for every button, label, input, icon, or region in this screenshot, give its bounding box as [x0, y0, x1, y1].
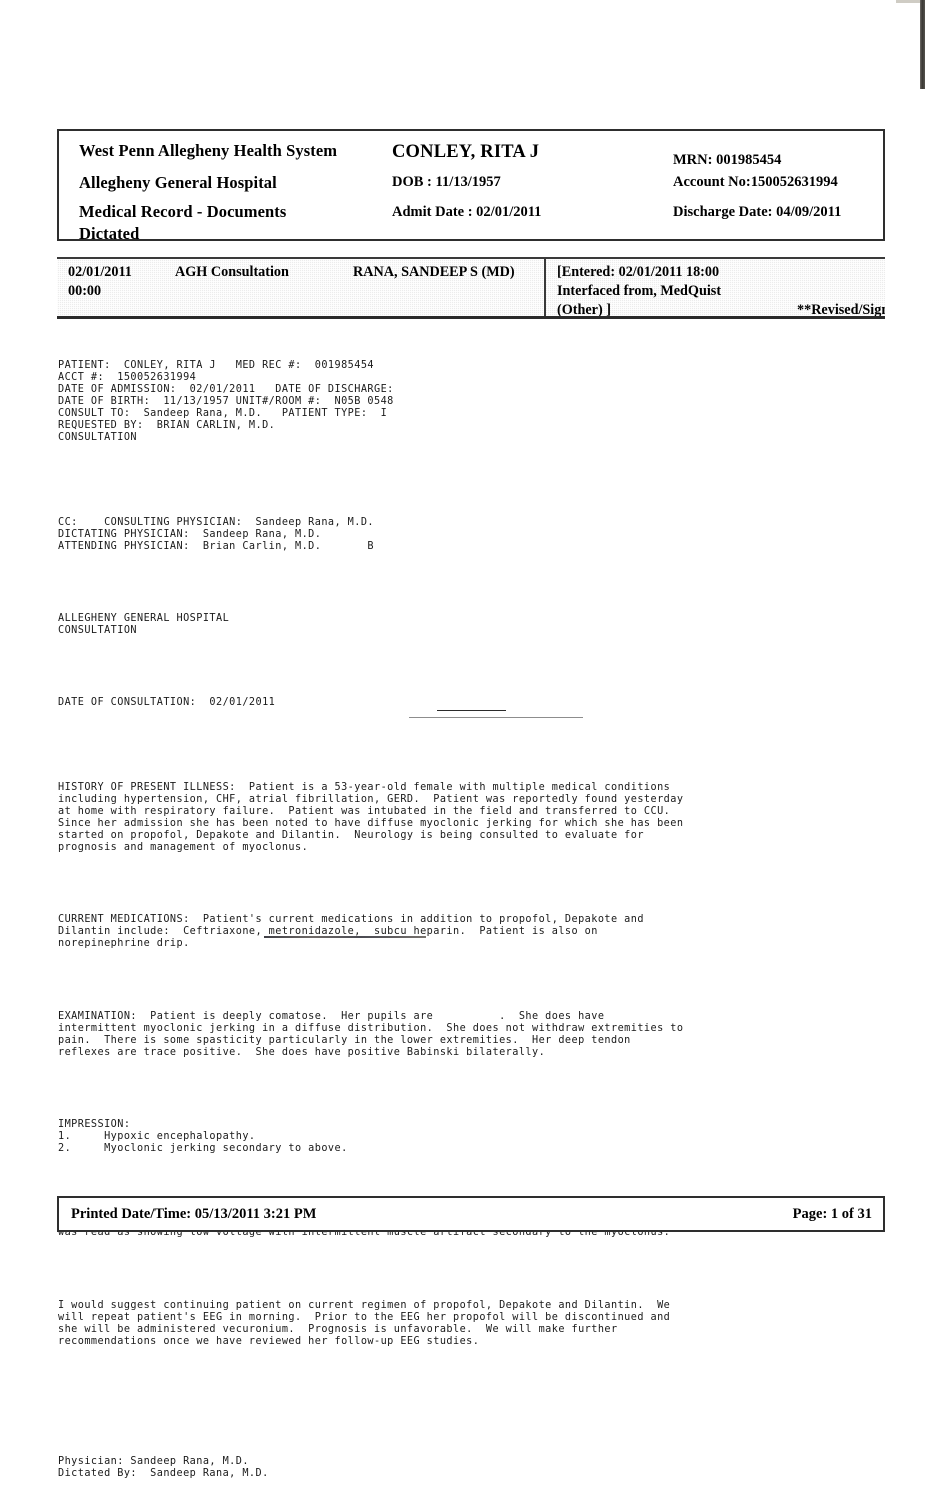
pupils-blank-fill-line [437, 710, 506, 711]
facility-block: ALLEGHENY GENERAL HOSPITAL CONSULTATION [58, 613, 230, 637]
record-type-line1: Medical Record - Documents [79, 202, 287, 221]
document-type: AGH Consultation [175, 264, 289, 280]
current-medications: CURRENT MEDICATIONS: Patient's current m… [58, 914, 644, 950]
scan-edge-top-cap [896, 0, 922, 3]
patient-name: CONLEY, RITA J [392, 142, 540, 162]
hospital-name: Allegheny General Hospital [79, 173, 277, 192]
history-of-present-illness: HISTORY OF PRESENT ILLNESS: Patient is a… [58, 781, 684, 853]
scan-artifact-line [409, 717, 583, 718]
status-revised-signed: **Revised/Signed [797, 302, 885, 318]
impression: IMPRESSION: 1. Hypoxic encephalopathy. 2… [58, 1119, 348, 1155]
record-type-line2: Dictated [79, 224, 140, 243]
metadata-column-divider [544, 259, 546, 316]
printed-date-time: Printed Date/Time: 05/13/2011 3:21 PM [71, 1206, 317, 1222]
document-header-box: West Penn Allegheny Health System Allegh… [57, 129, 888, 242]
signature-block: Physician: Sandeep Rana, M.D. Dictated B… [58, 1456, 269, 1480]
organization-column: West Penn Allegheny Health System Allegh… [79, 131, 389, 241]
patient-discharge-date: Discharge Date: 04/09/2011 [673, 204, 842, 220]
scan-edge-right [920, 0, 925, 89]
examination: EXAMINATION: Patient is deeply comatose.… [58, 1010, 684, 1058]
patient-account-number: Account No:150052631994 [673, 174, 838, 190]
record-identifiers-column: MRN: 001985454 Account No:150052631994 D… [673, 131, 888, 239]
consultation-date: DATE OF CONSULTATION: 02/01/2011 [58, 697, 276, 709]
document-author: RANA, SANDEEP S (MD) [353, 264, 515, 280]
document-entered-info: [Entered: 02/01/2011 18:00 Interfaced fr… [557, 264, 722, 318]
patient-column: CONLEY, RITA J DOB : 11/13/1957 Admit Da… [392, 131, 597, 239]
page-number: Page: 1 of 31 [792, 1206, 872, 1222]
health-system-name: West Penn Allegheny Health System [79, 141, 338, 160]
document-status-badge: **Revised/Signed ** Final [797, 263, 885, 318]
scanned-page: West Penn Allegheny Health System Allegh… [0, 0, 935, 1479]
dictation-body: PATIENT: CONLEY, RITA J MED REC #: 00198… [58, 336, 858, 1504]
document-metadata-bar: 02/01/2011 00:00 AGH Consultation RANA, … [57, 257, 885, 319]
patient-info-block: PATIENT: CONLEY, RITA J MED REC #: 00198… [58, 360, 394, 444]
patient-admit-date: Admit Date : 02/01/2011 [392, 204, 542, 220]
document-date: 02/01/2011 00:00 [68, 264, 132, 299]
plan: I would suggest continuing patient on cu… [58, 1299, 671, 1347]
physician-info-block: CC: CONSULTING PHYSICIAN: Sandeep Rana, … [58, 516, 375, 552]
physician-signature-line [264, 936, 426, 938]
patient-mrn: MRN: 001985454 [673, 152, 782, 168]
patient-dob: DOB : 11/13/1957 [392, 174, 501, 190]
document-footer-box: Printed Date/Time: 05/13/2011 3:21 PM Pa… [57, 1196, 885, 1232]
